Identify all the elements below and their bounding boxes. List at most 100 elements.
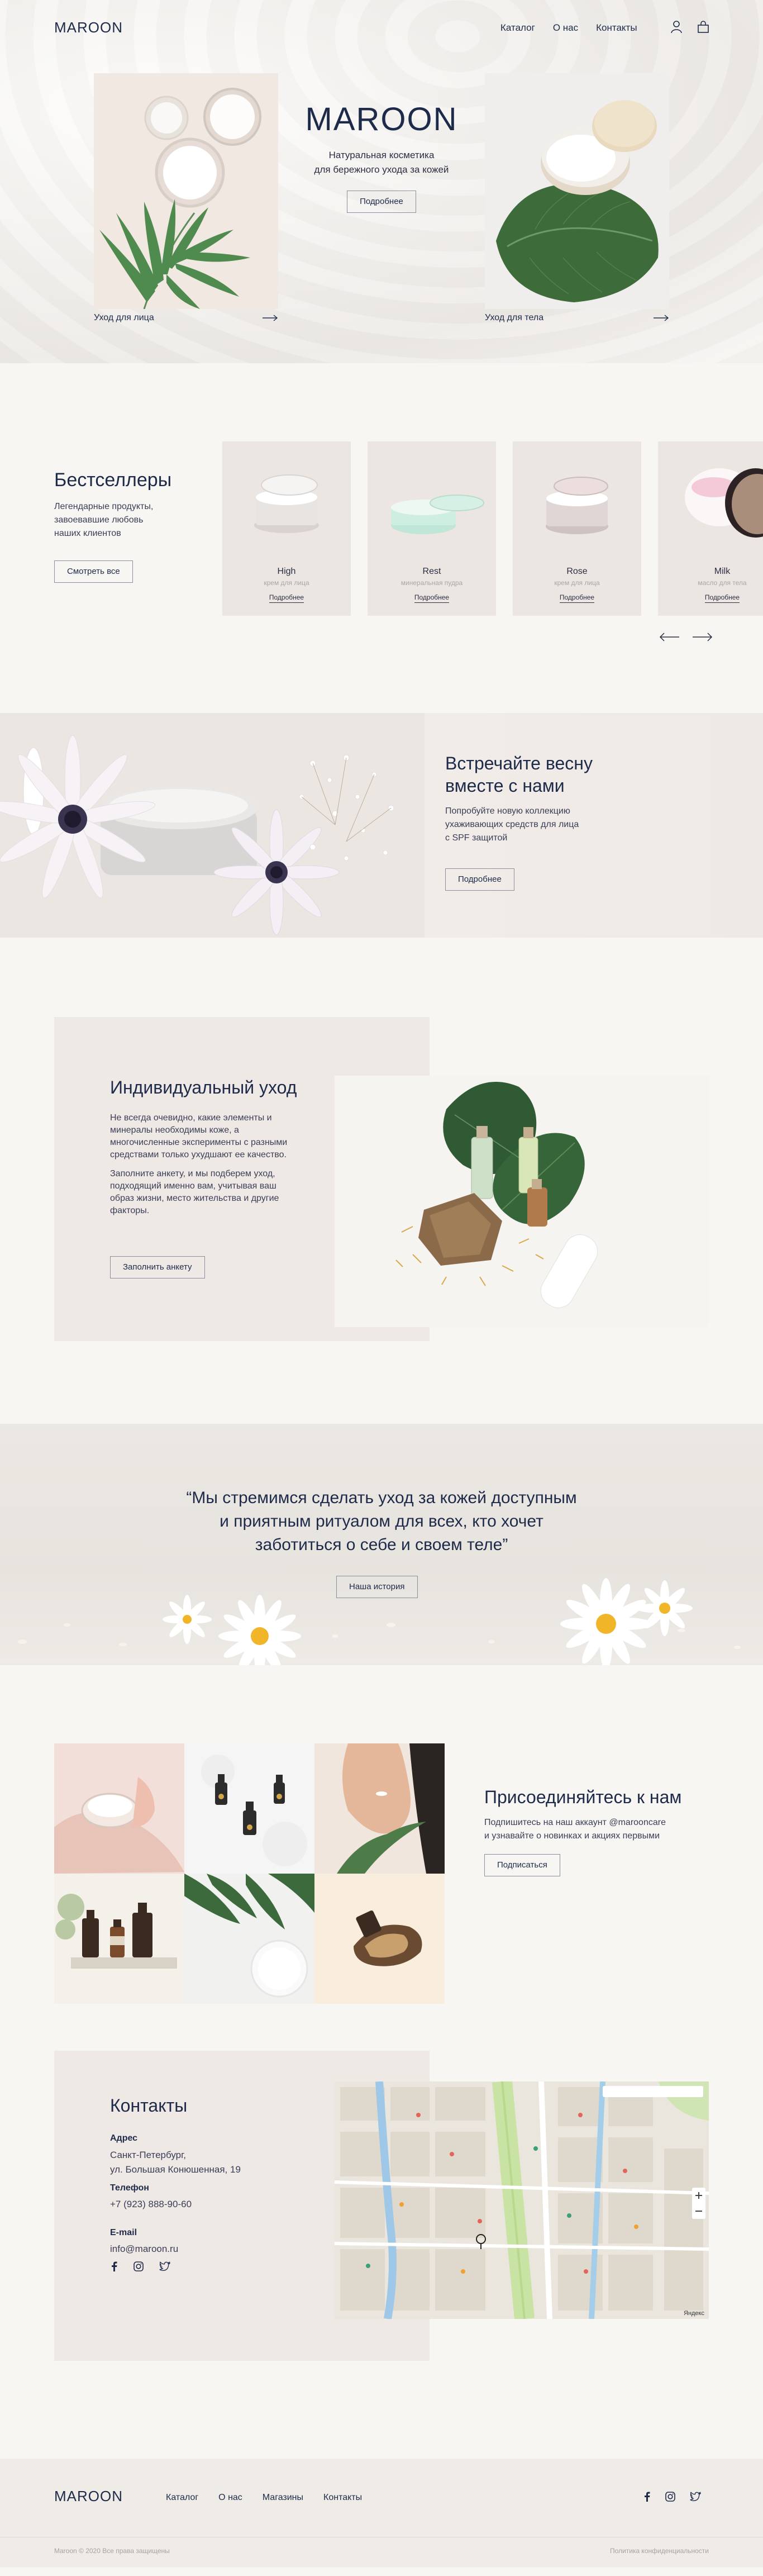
product-more-link[interactable]: Подробнее	[658, 593, 763, 603]
privacy-policy-link[interactable]: Политика конфиденциальности	[610, 2547, 709, 2555]
quote-section: “Мы стремимся сделать уход за кожей дост…	[0, 1424, 763, 1665]
fill-survey-button[interactable]: Заполнить анкету	[110, 1256, 205, 1279]
face-care-caption: Уход для лица	[94, 313, 154, 322]
individual-care-section: Индивидуальный уход Не всегда очевидно, …	[0, 938, 763, 1424]
instagram-photo	[314, 1743, 445, 1874]
subscribe-button[interactable]: Подписаться	[484, 1854, 560, 1876]
address-line: ул. Большая Конюшенная, 19	[110, 2164, 241, 2175]
footer-logo[interactable]: MAROON	[54, 2488, 123, 2505]
address-label: Адрес	[110, 2133, 138, 2143]
hero-title: MAROON	[305, 101, 458, 137]
nav-item-catalog[interactable]: Каталог	[500, 22, 535, 34]
spring-desc-line: ухаживающих средств для лица	[445, 820, 579, 829]
face-care-image[interactable]	[94, 73, 278, 309]
instagram-tile[interactable]	[54, 1874, 184, 2004]
product-type: крем для лица	[554, 579, 600, 587]
email-label: E-mail	[110, 2228, 137, 2237]
product-more-label: Подробнее	[559, 593, 595, 603]
twitter-icon[interactable]	[159, 2261, 170, 2271]
facebook-icon[interactable]	[110, 2261, 118, 2271]
hero-more-button[interactable]: Подробнее	[347, 191, 416, 213]
product-name: Rose	[566, 567, 588, 576]
phone-value[interactable]: +7 (923) 888-90-60	[110, 2197, 192, 2212]
address-value: Санкт-Петербург, ул. Большая Конюшенная,…	[110, 2148, 241, 2177]
nav-item-contacts[interactable]: Контакты	[596, 22, 637, 34]
hero-subtitle: Натуральная косметика для бережного уход…	[279, 148, 484, 177]
product-image	[685, 468, 763, 538]
copyright: Maroon © 2020 Все права защищены	[54, 2547, 170, 2555]
twitter-icon[interactable]	[690, 2492, 701, 2502]
map-canvas	[335, 2081, 709, 2319]
join-desc-line: и узнавайте о новинках и акциях первыми	[484, 1831, 660, 1841]
see-all-button[interactable]: Смотреть все	[54, 560, 133, 583]
footer-nav-contacts[interactable]: Контакты	[323, 2493, 362, 2503]
instagram-icon[interactable]	[133, 2261, 144, 2271]
user-icon[interactable]	[670, 20, 683, 34]
footer-nav-stores[interactable]: Магазины	[263, 2493, 303, 2503]
hero-subtitle-line: для бережного ухода за кожей	[314, 164, 449, 175]
body-care-link[interactable]: Уход для тела	[485, 313, 669, 323]
cart-icon[interactable]	[697, 20, 709, 34]
bestsellers-title: Бестселлеры	[54, 469, 172, 491]
product-card[interactable]: High крем для лица Подробнее	[222, 441, 351, 616]
product-image	[391, 495, 484, 534]
instagram-tile[interactable]	[314, 1874, 445, 2004]
instagram-tile[interactable]	[314, 1743, 445, 1874]
product-more-link[interactable]: Подробнее	[222, 593, 351, 603]
hero-center: MAROON Натуральная косметика для бережно…	[279, 101, 484, 213]
site-header: MAROON Каталог О нас Контакты	[0, 0, 763, 56]
hero-subtitle-line: Натуральная косметика	[328, 150, 435, 160]
product-card[interactable]: Rest минеральная пудра Подробнее	[368, 441, 496, 616]
product-more-label: Подробнее	[704, 593, 740, 603]
individual-care-paragraph: Заполните анкету, и мы подберем уход, по…	[110, 1169, 279, 1215]
product-more-link[interactable]: Подробнее	[368, 593, 496, 603]
footer-nav-about[interactable]: О нас	[218, 2493, 242, 2503]
individual-care-title: Индивидуальный уход	[110, 1077, 297, 1097]
product-type: крем для лица	[264, 579, 309, 587]
contacts-title: Контакты	[110, 2095, 188, 2116]
bestsellers-desc-line: Легендарные продукты,	[54, 502, 154, 511]
individual-care-text: Не всегда очевидно, какие элементы и мин…	[110, 1112, 294, 1217]
product-type: масло для тела	[698, 579, 747, 587]
spring-desc-line: Попробуйте новую коллекцию	[445, 806, 570, 816]
arrow-right-icon	[654, 315, 669, 321]
footer-nav-catalog[interactable]: Каталог	[166, 2493, 198, 2503]
instagram-tile[interactable]	[54, 1743, 184, 1874]
nav-item-about[interactable]: О нас	[553, 22, 578, 34]
instagram-photo	[54, 1874, 184, 2004]
individual-care-paragraph: Не всегда очевидно, какие элементы и мин…	[110, 1113, 288, 1159]
arrow-left-icon[interactable]	[658, 631, 680, 643]
product-more-link[interactable]: Подробнее	[513, 593, 641, 603]
body-care-caption: Уход для тела	[485, 313, 544, 322]
face-care-link[interactable]: Уход для лица	[94, 313, 278, 323]
mission-quote: “Мы стремимся сделать уход за кожей дост…	[158, 1486, 605, 1557]
product-name: Milk	[714, 567, 731, 576]
main-nav: Каталог О нас Контакты	[500, 22, 637, 34]
product-more-label: Подробнее	[414, 593, 450, 603]
instagram-tile[interactable]	[184, 1743, 314, 1874]
arrow-right-icon[interactable]	[692, 631, 714, 643]
instagram-icon[interactable]	[665, 2492, 675, 2502]
product-name: High	[277, 567, 296, 576]
email-value[interactable]: info@maroon.ru	[110, 2242, 178, 2256]
facebook-icon[interactable]	[643, 2492, 651, 2502]
product-card[interactable]: Milk масло для тела Подробнее	[658, 441, 763, 616]
product-more-label: Подробнее	[269, 593, 304, 603]
bestsellers-desc-line: наших клиентов	[54, 529, 121, 538]
join-title: Присоединяйтесь к нам	[484, 1787, 682, 1807]
spring-more-button[interactable]: Подробнее	[445, 868, 514, 891]
logo[interactable]: MAROON	[54, 19, 123, 36]
individual-care-image	[335, 1076, 709, 1327]
footer-social	[643, 2492, 701, 2502]
address-line: Санкт-Петербург,	[110, 2150, 186, 2160]
product-card[interactable]: Rose крем для лица Подробнее	[513, 441, 641, 616]
instagram-tile[interactable]	[184, 1874, 314, 2004]
location-map[interactable]: Яндекс	[335, 2081, 709, 2319]
bestsellers-section: Бестселлеры Легендарные продукты, завоев…	[0, 363, 763, 713]
arrow-right-icon	[263, 315, 278, 321]
body-care-image[interactable]	[485, 73, 669, 309]
product-type: минеральная пудра	[400, 579, 463, 587]
our-story-button[interactable]: Наша история	[336, 1576, 418, 1598]
map-credit: Яндекс	[684, 2310, 704, 2317]
bestsellers-desc: Легендарные продукты, завоевавшие любовь…	[54, 500, 183, 540]
